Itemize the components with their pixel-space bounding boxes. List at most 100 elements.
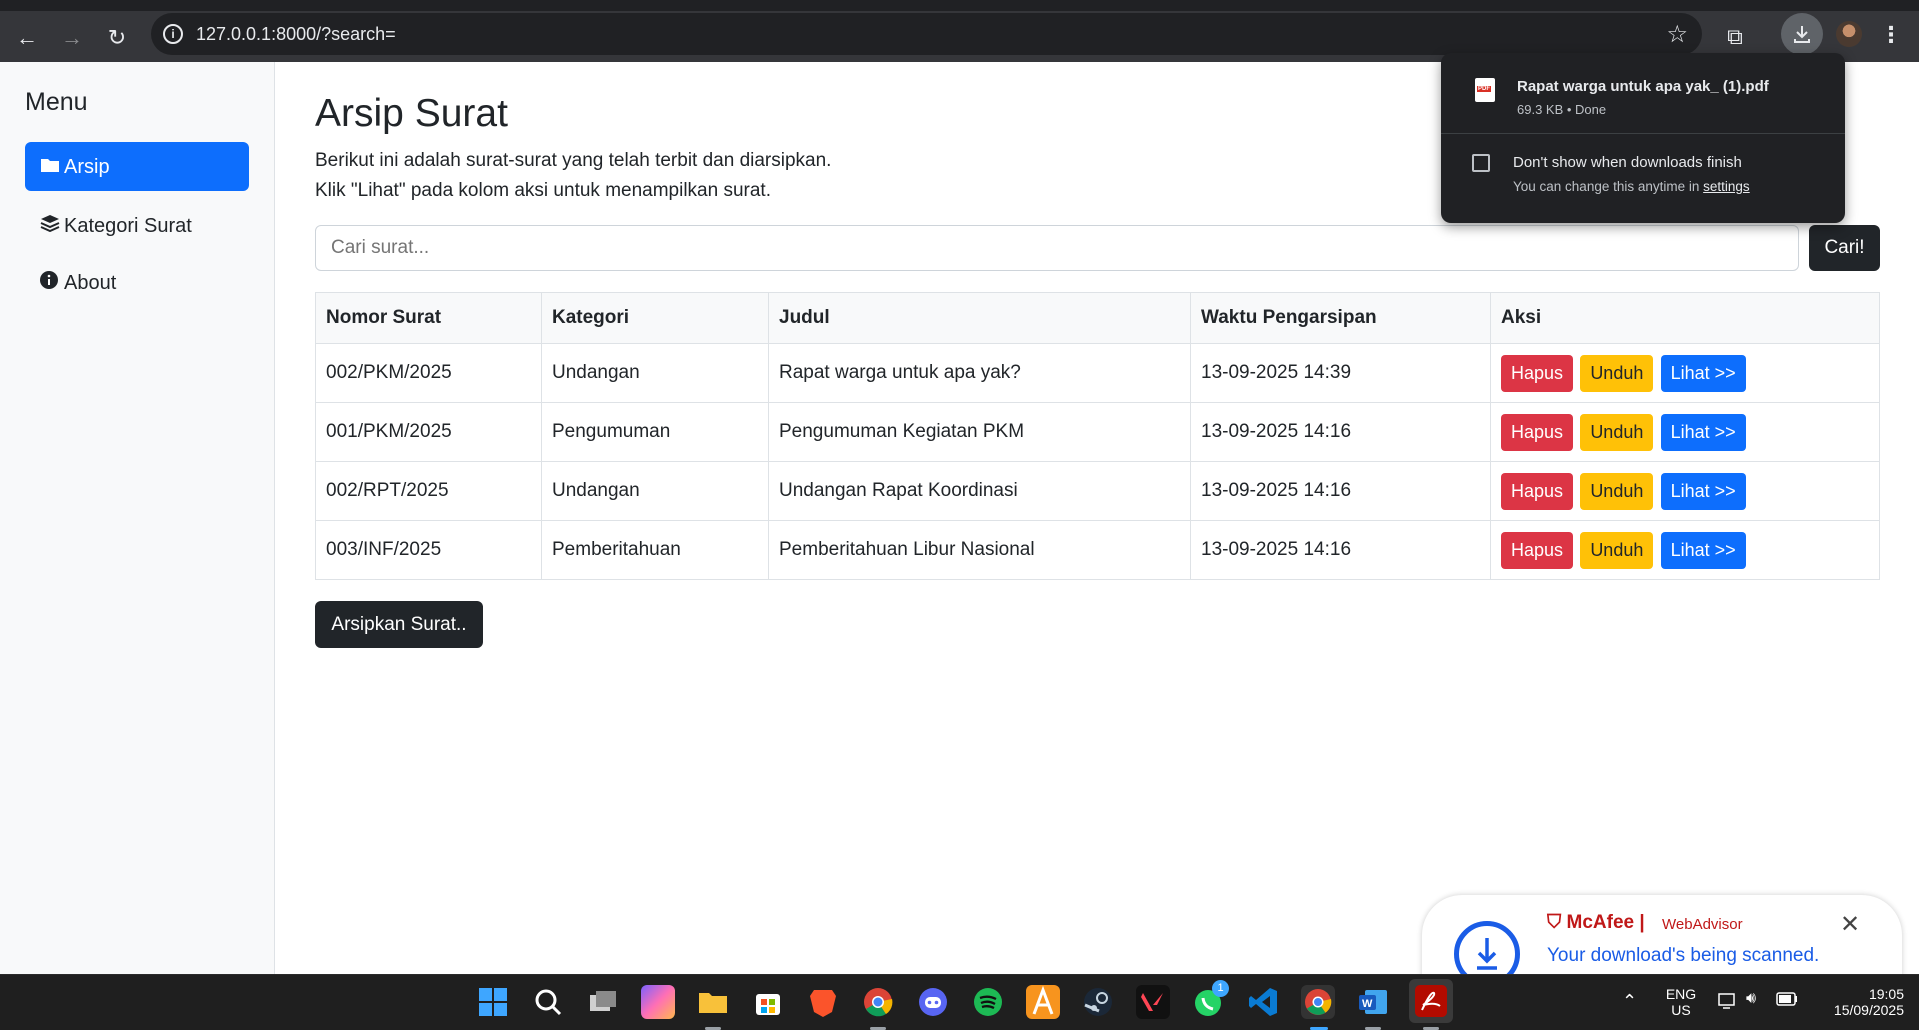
delete-button[interactable]: Hapus bbox=[1501, 531, 1574, 569]
column-header-kategori: Kategori bbox=[541, 292, 769, 344]
table-row: 003/INF/2025 Pemberitahuan Pemberitahuan… bbox=[315, 520, 1880, 580]
view-button[interactable]: Lihat >> bbox=[1660, 531, 1746, 569]
table-row: 001/PKM/2025 Pengumuman Pengumuman Kegia… bbox=[315, 402, 1880, 462]
discord-icon[interactable] bbox=[916, 985, 950, 1019]
view-button[interactable]: Lihat >> bbox=[1660, 413, 1746, 451]
cell-nomor: 002/PKM/2025 bbox=[315, 343, 542, 403]
dont-show-checkbox[interactable] bbox=[1472, 154, 1490, 172]
download-icon bbox=[1794, 26, 1810, 43]
info-icon bbox=[40, 271, 60, 295]
network-icon[interactable] bbox=[1718, 992, 1738, 1013]
cell-judul: Rapat warga untuk apa yak? bbox=[768, 343, 1191, 403]
delete-button[interactable]: Hapus bbox=[1501, 354, 1574, 392]
divider bbox=[1441, 133, 1845, 134]
cell-waktu: 13-09-2025 14:16 bbox=[1190, 461, 1491, 521]
cell-aksi: Hapus Unduh Lihat >> bbox=[1490, 402, 1880, 462]
view-button[interactable]: Lihat >> bbox=[1660, 354, 1746, 392]
layers-icon bbox=[40, 214, 60, 238]
valorant-icon[interactable] bbox=[1136, 985, 1170, 1019]
microsoft-store-icon[interactable] bbox=[751, 985, 785, 1019]
brave-browser-icon[interactable] bbox=[806, 985, 840, 1019]
archive-letter-button[interactable]: Arsipkan Surat.. bbox=[315, 601, 483, 648]
mcafee-logo: ⛉ McAfee | bbox=[1547, 912, 1645, 933]
cell-nomor: 002/RPT/2025 bbox=[315, 461, 542, 521]
view-button[interactable]: Lihat >> bbox=[1660, 472, 1746, 510]
cell-aksi: Hapus Unduh Lihat >> bbox=[1490, 520, 1880, 580]
column-header-aksi: Aksi bbox=[1490, 292, 1880, 344]
scan-message: Your download's being scanned. bbox=[1547, 945, 1820, 966]
profile-avatar[interactable] bbox=[1836, 21, 1862, 47]
download-file-meta: 69.3 KB • Done bbox=[1517, 102, 1607, 117]
sidebar-item-kategori[interactable]: Kategori Surat bbox=[25, 200, 249, 249]
sidebar: Menu Arsip Kategori Surat About bbox=[0, 62, 275, 974]
cell-kategori: Pemberitahuan bbox=[541, 520, 769, 580]
download-file-name[interactable]: Rapat warga untuk apa yak_ (1).pdf bbox=[1517, 78, 1769, 95]
chrome-active-icon[interactable] bbox=[1301, 985, 1335, 1019]
browser-menu-icon[interactable]: ⋮ bbox=[1880, 22, 1902, 48]
address-bar[interactable]: i 127.0.0.1:8000/?search= ☆ bbox=[151, 13, 1702, 55]
sidebar-item-label: About bbox=[64, 272, 117, 294]
back-arrow-icon[interactable]: ← bbox=[14, 25, 40, 51]
sidebar-item-label: Kategori Surat bbox=[64, 215, 192, 237]
reload-icon[interactable]: ↻ bbox=[104, 25, 130, 51]
column-header-judul: Judul bbox=[768, 292, 1191, 344]
acrobat-icon[interactable] bbox=[1409, 979, 1453, 1023]
cell-waktu: 13-09-2025 14:16 bbox=[1190, 402, 1491, 462]
page-title: Arsip Surat bbox=[315, 92, 508, 135]
file-explorer-icon[interactable] bbox=[696, 985, 730, 1019]
language-label: ENG bbox=[1665, 986, 1697, 1002]
sidebar-item-about[interactable]: About bbox=[25, 257, 249, 306]
spotify-icon[interactable] bbox=[971, 985, 1005, 1019]
battery-icon[interactable] bbox=[1776, 992, 1798, 1009]
clock[interactable]: 19:05 15/09/2025 bbox=[1812, 986, 1904, 1018]
delete-button[interactable]: Hapus bbox=[1501, 413, 1574, 451]
download-bubble: PDF Rapat warga untuk apa yak_ (1).pdf 6… bbox=[1441, 53, 1845, 223]
steam-icon[interactable] bbox=[1081, 985, 1115, 1019]
cell-kategori: Undangan bbox=[541, 343, 769, 403]
download-button[interactable]: Unduh bbox=[1580, 413, 1654, 451]
cell-nomor: 003/INF/2025 bbox=[315, 520, 542, 580]
notification-badge: 1 bbox=[1212, 980, 1229, 997]
show-hidden-icons-chevron-icon[interactable]: ⌃ bbox=[1622, 991, 1637, 1012]
windows-taskbar: 1 W ⌃ ENG US 🔊︎ 19:05 15/09/2025 bbox=[0, 974, 1919, 1030]
cell-judul: Pengumuman Kegiatan PKM bbox=[768, 402, 1191, 462]
sidebar-item-arsip[interactable]: Arsip bbox=[25, 142, 249, 191]
cell-judul: Pemberitahuan Libur Nasional bbox=[768, 520, 1191, 580]
note-text: You can change this anytime in bbox=[1513, 179, 1700, 194]
url-text[interactable]: 127.0.0.1:8000/?search= bbox=[196, 24, 396, 45]
language-indicator[interactable]: ENG US bbox=[1664, 986, 1698, 1018]
webadvisor-label: WebAdvisor bbox=[1662, 916, 1743, 933]
site-info-icon[interactable]: i bbox=[163, 24, 183, 44]
vscode-icon[interactable] bbox=[1246, 985, 1280, 1019]
cell-judul: Undangan Rapat Koordinasi bbox=[768, 461, 1191, 521]
download-button[interactable]: Unduh bbox=[1580, 472, 1654, 510]
close-icon[interactable]: ✕ bbox=[1840, 910, 1860, 939]
search-icon[interactable] bbox=[531, 985, 565, 1019]
copilot-icon[interactable] bbox=[641, 985, 675, 1019]
app-icon[interactable] bbox=[1026, 985, 1060, 1019]
search-input[interactable] bbox=[315, 225, 1799, 271]
downloads-button[interactable] bbox=[1781, 13, 1823, 55]
whatsapp-icon[interactable]: 1 bbox=[1191, 980, 1229, 1019]
word-icon[interactable]: W bbox=[1356, 985, 1390, 1019]
table-row: 002/PKM/2025 Undangan Rapat warga untuk … bbox=[315, 343, 1880, 403]
sidebar-title: Menu bbox=[25, 88, 88, 116]
search-button[interactable]: Cari! bbox=[1809, 225, 1880, 271]
extensions-puzzle-icon[interactable]: ⧉ bbox=[1722, 24, 1748, 50]
delete-button[interactable]: Hapus bbox=[1501, 472, 1574, 510]
settings-link[interactable]: settings bbox=[1703, 179, 1750, 194]
download-button[interactable]: Unduh bbox=[1580, 354, 1654, 392]
forward-arrow-icon[interactable]: → bbox=[59, 25, 85, 51]
chrome-icon[interactable] bbox=[861, 985, 895, 1019]
cell-waktu: 13-09-2025 14:16 bbox=[1190, 520, 1491, 580]
download-button[interactable]: Unduh bbox=[1580, 531, 1654, 569]
bookmark-star-icon[interactable]: ☆ bbox=[1666, 20, 1688, 49]
region-label: US bbox=[1671, 1002, 1691, 1018]
dont-show-label[interactable]: Don't show when downloads finish bbox=[1513, 154, 1742, 171]
pdf-file-icon: PDF bbox=[1475, 78, 1495, 102]
folder-icon bbox=[40, 156, 60, 179]
windows-start-icon[interactable] bbox=[476, 985, 510, 1019]
task-view-icon[interactable] bbox=[586, 985, 620, 1019]
volume-icon[interactable]: 🔊︎ bbox=[1746, 990, 1756, 1008]
cell-kategori: Undangan bbox=[541, 461, 769, 521]
